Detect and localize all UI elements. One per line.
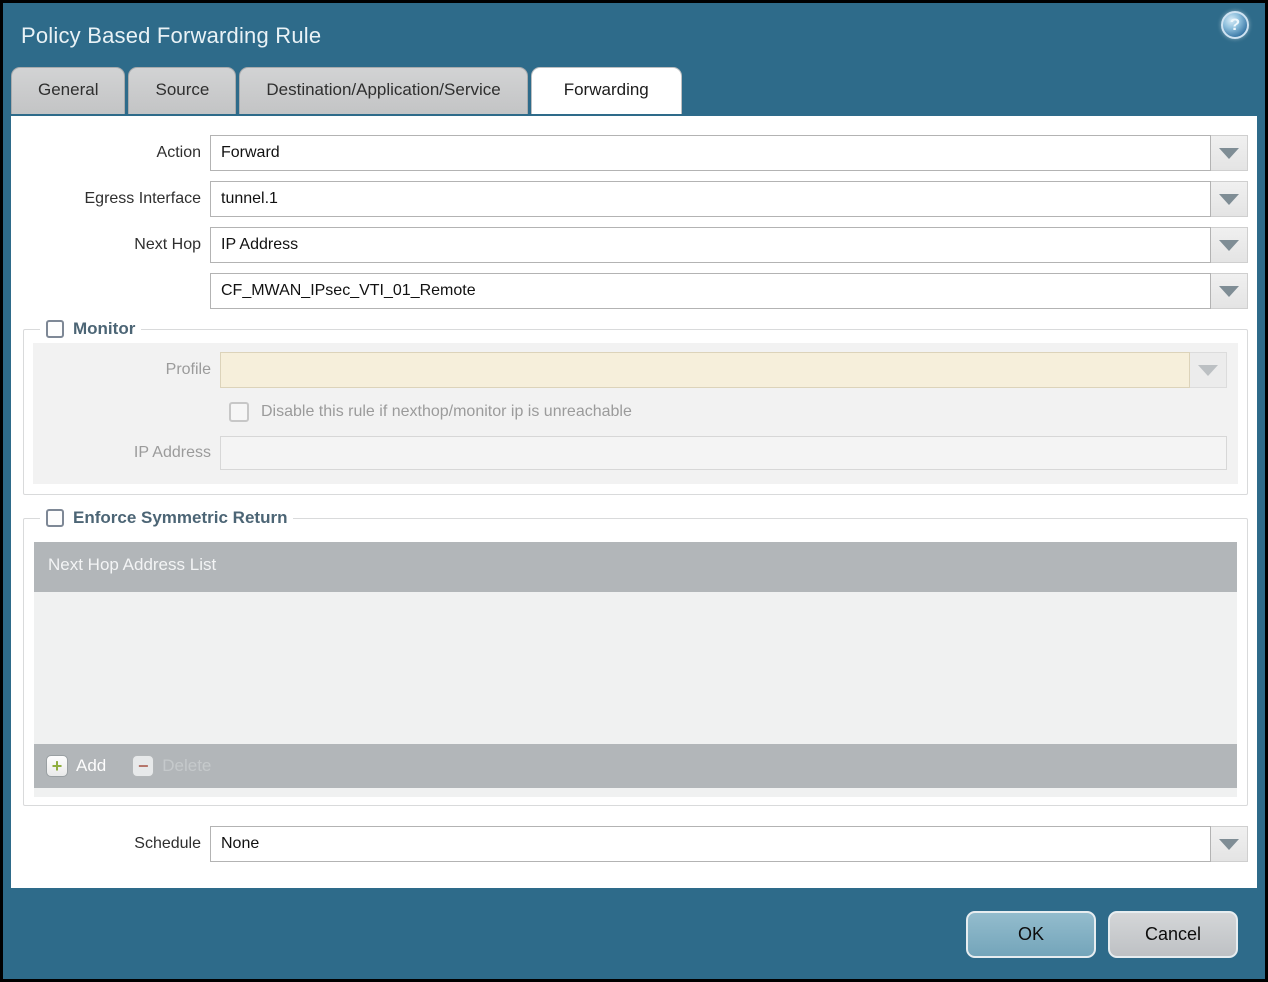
symmetric-return-group: Enforce Symmetric Return Next Hop Addres…: [23, 508, 1248, 806]
chevron-down-icon: [1219, 147, 1239, 159]
next-hop-address-select[interactable]: CF_MWAN_IPsec_VTI_01_Remote: [210, 273, 1248, 309]
chevron-down-icon: [1219, 285, 1239, 297]
schedule-label: Schedule: [134, 835, 201, 852]
monitor-legend: Monitor: [40, 319, 141, 339]
chevron-down-icon: [1198, 364, 1218, 376]
monitor-disabled-panel: Profile Disable this rule if nexthop/mon…: [33, 343, 1238, 484]
disable-rule-row: Disable this rule if nexthop/monitor ip …: [229, 402, 1227, 422]
monitor-ip-field: [220, 436, 1227, 470]
profile-label: Profile: [165, 361, 211, 378]
profile-dropdown-button: [1190, 352, 1227, 388]
next-hop-address-list-body[interactable]: [34, 592, 1237, 744]
minus-icon: −: [132, 755, 155, 777]
profile-row: Profile: [33, 352, 1227, 388]
tab-destination-application-service[interactable]: Destination/Application/Service: [239, 67, 528, 114]
tab-general[interactable]: General: [11, 67, 126, 114]
egress-interface-row: Egress Interface tunnel.1: [23, 181, 1248, 217]
action-row: Action Forward: [23, 135, 1248, 171]
add-button-label: Add: [76, 756, 107, 775]
tab-forwarding[interactable]: Forwarding: [530, 67, 682, 114]
action-label: Action: [156, 144, 201, 161]
tab-source[interactable]: Source: [128, 67, 237, 114]
action-value[interactable]: Forward: [210, 135, 1211, 171]
next-hop-address-list-toolbar: + Add − Delete: [34, 744, 1237, 788]
disable-rule-checkbox: [229, 402, 249, 422]
egress-interface-select[interactable]: tunnel.1: [210, 181, 1248, 217]
add-button[interactable]: + Add: [46, 755, 106, 777]
profile-select: [220, 352, 1227, 388]
egress-interface-value[interactable]: tunnel.1: [210, 181, 1211, 217]
chevron-down-icon: [1219, 193, 1239, 205]
help-icon[interactable]: ?: [1221, 11, 1249, 39]
symmetric-return-legend: Enforce Symmetric Return: [40, 508, 293, 528]
table-bottom-strip: [34, 788, 1237, 797]
egress-interface-dropdown-button[interactable]: [1211, 181, 1248, 217]
next-hop-value[interactable]: IP Address: [210, 227, 1211, 263]
schedule-select[interactable]: None: [210, 826, 1248, 862]
next-hop-label: Next Hop: [134, 236, 201, 253]
delete-button: − Delete: [132, 755, 211, 777]
next-hop-address-row: CF_MWAN_IPsec_VTI_01_Remote: [23, 273, 1248, 309]
schedule-row: Schedule None: [23, 826, 1248, 862]
monitor-ip-value: [220, 436, 1227, 470]
ok-button[interactable]: OK: [966, 911, 1096, 958]
next-hop-row: Next Hop IP Address: [23, 227, 1248, 263]
schedule-dropdown-button[interactable]: [1211, 826, 1248, 862]
dialog-footer: OK Cancel: [966, 911, 1238, 958]
next-hop-address-table: Next Hop Address List + Add − Delete: [34, 542, 1237, 797]
symmetric-return-title: Enforce Symmetric Return: [73, 508, 288, 527]
cancel-button[interactable]: Cancel: [1108, 911, 1238, 958]
dialog-titlebar: Policy Based Forwarding Rule ?: [3, 3, 1265, 67]
schedule-value[interactable]: None: [210, 826, 1211, 862]
chevron-down-icon: [1219, 838, 1239, 850]
monitor-ip-row: IP Address: [33, 436, 1227, 470]
chevron-down-icon: [1219, 239, 1239, 251]
next-hop-address-dropdown-button[interactable]: [1211, 273, 1248, 309]
forwarding-tab-panel: Action Forward Egress Interface tunnel.1…: [11, 116, 1257, 888]
tab-bar: General Source Destination/Application/S…: [3, 67, 1265, 114]
profile-value: [220, 352, 1190, 388]
monitor-group: Monitor Profile Disable this rule if nex…: [23, 319, 1248, 495]
next-hop-address-value[interactable]: CF_MWAN_IPsec_VTI_01_Remote: [210, 273, 1211, 309]
monitor-checkbox[interactable]: [46, 320, 64, 338]
delete-button-label: Delete: [162, 756, 212, 775]
plus-icon: +: [46, 755, 68, 777]
action-dropdown-button[interactable]: [1211, 135, 1248, 171]
next-hop-address-list-header: Next Hop Address List: [34, 542, 1237, 592]
disable-rule-label: Disable this rule if nexthop/monitor ip …: [261, 403, 632, 420]
symmetric-return-checkbox[interactable]: [46, 509, 64, 527]
next-hop-select[interactable]: IP Address: [210, 227, 1248, 263]
monitor-ip-label: IP Address: [133, 444, 211, 461]
action-select[interactable]: Forward: [210, 135, 1248, 171]
next-hop-dropdown-button[interactable]: [1211, 227, 1248, 263]
egress-interface-label: Egress Interface: [84, 190, 202, 207]
policy-based-forwarding-dialog: Policy Based Forwarding Rule ? General S…: [0, 0, 1268, 982]
monitor-title: Monitor: [73, 319, 136, 338]
dialog-title: Policy Based Forwarding Rule: [21, 23, 322, 48]
